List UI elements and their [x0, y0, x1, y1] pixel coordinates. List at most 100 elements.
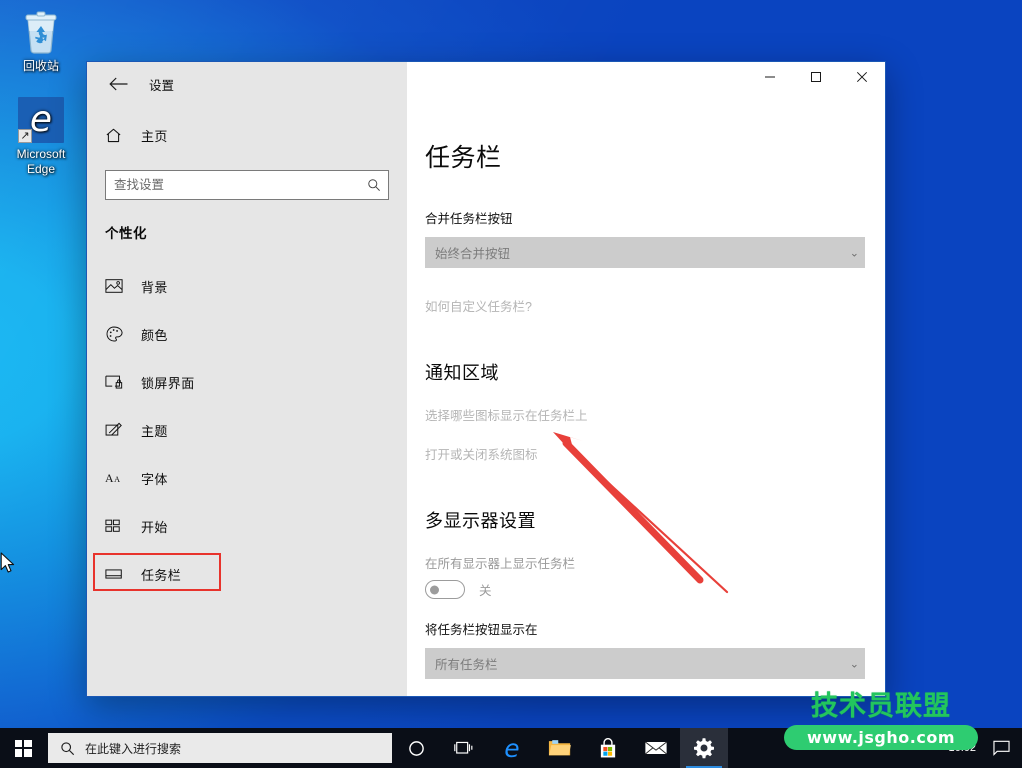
- show-taskbar-all-displays-toggle[interactable]: [425, 580, 465, 599]
- desktop-icon-label: 回收站: [22, 59, 59, 73]
- back-button[interactable]: [95, 68, 141, 100]
- maximize-button[interactable]: [793, 62, 839, 92]
- edge-icon: e: [504, 733, 520, 763]
- task-view-icon: [454, 741, 473, 754]
- dropdown-value: 始终合并按钮: [435, 247, 511, 261]
- picture-icon: [105, 278, 133, 294]
- title-bar-left: 设置: [87, 62, 407, 106]
- window-title: 设置: [149, 78, 175, 93]
- sidebar-item-taskbar[interactable]: 任务栏: [87, 550, 407, 598]
- sidebar-item-label: 锁屏界面: [141, 375, 195, 391]
- shortcut-overlay-icon: ↗: [18, 129, 32, 143]
- sidebar-item-home[interactable]: 主页: [87, 118, 407, 152]
- desktop-icon-label-line1: Microsoft: [16, 147, 66, 161]
- window-title-bar: 设置: [87, 62, 885, 106]
- sidebar-item-background[interactable]: 背景: [87, 262, 407, 310]
- sidebar-item-label: 字体: [141, 471, 168, 487]
- settings-sidebar: 主页 个性化: [87, 106, 407, 696]
- chevron-down-icon: ⌄: [849, 247, 859, 259]
- settings-button[interactable]: [680, 728, 728, 768]
- customize-taskbar-link[interactable]: 如何自定义任务栏?: [425, 296, 885, 315]
- taskbar-search-placeholder: 在此键入进行搜索: [85, 741, 182, 756]
- minimize-icon: [765, 76, 775, 78]
- cortana-icon: [408, 740, 424, 756]
- start-menu-icon: [105, 518, 133, 534]
- clock-time: 16:02: [948, 741, 976, 754]
- desktop-icon-recycle-bin[interactable]: 回收站: [4, 8, 78, 74]
- toggle-state-label: 关: [479, 584, 492, 598]
- file-explorer-button[interactable]: [536, 728, 584, 768]
- window-controls: [407, 62, 885, 106]
- lock-screen-icon: [105, 374, 133, 390]
- sidebar-item-start[interactable]: 开始: [87, 502, 407, 550]
- start-button[interactable]: [0, 728, 46, 768]
- dropdown-value: 所有任务栏: [435, 658, 498, 672]
- multi-display-heading: 多显示器设置: [425, 511, 536, 531]
- cortana-button[interactable]: [392, 728, 440, 768]
- sidebar-item-label: 颜色: [141, 327, 168, 343]
- show-taskbar-all-displays-label: 在所有显示器上显示任务栏: [425, 557, 576, 571]
- sidebar-item-label: 主题: [141, 423, 168, 439]
- edge-icon: e ↗: [4, 96, 78, 144]
- chevron-down-icon: ⌄: [849, 658, 859, 670]
- file-explorer-icon: [548, 740, 571, 756]
- settings-search-box[interactable]: [105, 170, 389, 200]
- sidebar-item-colors[interactable]: 颜色: [87, 310, 407, 358]
- sidebar-item-label: 背景: [141, 279, 168, 295]
- show-taskbar-buttons-on-dropdown[interactable]: 所有任务栏 ⌄: [425, 648, 865, 679]
- windows-start-icon: [14, 739, 32, 757]
- search-icon[interactable]: [360, 178, 388, 192]
- page-title: 任务栏: [425, 144, 502, 172]
- microsoft-store-icon: [600, 737, 616, 757]
- sidebar-nav-list: 背景 颜色 锁屏界面 主题 A A 字体 开始 任务栏: [87, 262, 407, 598]
- window-body: 主页 个性化: [87, 106, 885, 696]
- sidebar-item-lock-screen[interactable]: 锁屏界面: [87, 358, 407, 406]
- sidebar-item-label: 主页: [141, 128, 168, 144]
- svg-text:A: A: [114, 475, 120, 484]
- fonts-icon: A A: [105, 470, 133, 486]
- select-icons-link[interactable]: 选择哪些图标显示在任务栏上: [425, 405, 885, 424]
- show-taskbar-all-displays-toggle-row: 关: [425, 580, 885, 599]
- close-button[interactable]: [839, 62, 885, 92]
- show-taskbar-buttons-on-label: 将任务栏按钮显示在: [425, 623, 538, 637]
- settings-content-pane: 任务栏 合并任务栏按钮 始终合并按钮 ⌄ 如何自定义任务栏? 通知区域 选择哪些…: [407, 106, 885, 696]
- desktop-icon-label-line2: Edge: [26, 162, 56, 176]
- recycle-bin-icon: [4, 8, 78, 56]
- combine-taskbar-buttons-dropdown[interactable]: 始终合并按钮 ⌄: [425, 237, 865, 268]
- notification-area-heading: 通知区域: [425, 363, 499, 383]
- sidebar-item-label: 任务栏: [141, 567, 182, 583]
- mail-icon: [645, 741, 667, 755]
- back-arrow-icon: [108, 77, 127, 91]
- maximize-icon: [811, 72, 821, 82]
- edge-button[interactable]: e: [488, 728, 536, 768]
- action-center-button[interactable]: [986, 740, 1016, 756]
- palette-icon: [105, 325, 133, 343]
- combine-taskbar-buttons-label: 合并任务栏按钮: [425, 212, 513, 226]
- search-icon: [60, 741, 75, 756]
- system-icons-link[interactable]: 打开或关闭系统图标: [425, 444, 885, 463]
- microsoft-store-button[interactable]: [584, 728, 632, 768]
- sidebar-item-label: 开始: [141, 519, 168, 535]
- sidebar-category-title: 个性化: [105, 226, 147, 241]
- sidebar-item-themes[interactable]: 主题: [87, 406, 407, 454]
- desktop-icon-microsoft-edge[interactable]: e ↗ Microsoft Edge: [4, 96, 78, 177]
- minimize-button[interactable]: [747, 62, 793, 92]
- sidebar-item-fonts[interactable]: A A 字体: [87, 454, 407, 502]
- search-input[interactable]: [106, 171, 360, 199]
- mail-button[interactable]: [632, 728, 680, 768]
- windows-taskbar: 在此键入进行搜索 e 16:02: [0, 728, 1022, 768]
- taskbar-search-box[interactable]: 在此键入进行搜索: [48, 733, 392, 763]
- settings-gear-icon: [694, 738, 714, 759]
- taskbar-icon: [105, 567, 133, 581]
- sidebar-item-taskbar-wrapper: 任务栏: [87, 550, 407, 598]
- system-tray: 16:02: [938, 728, 1022, 768]
- task-view-button[interactable]: [440, 728, 488, 768]
- close-icon: [856, 71, 868, 83]
- settings-window: 设置 主页 查找设置 个性化 背景 颜色 锁屏界面 主题 A A 字体 开始 任…: [86, 61, 886, 697]
- theme-brush-icon: [105, 421, 133, 439]
- action-center-icon: [992, 740, 1010, 756]
- svg-text:A: A: [105, 471, 114, 485]
- taskbar-clock[interactable]: 16:02: [938, 742, 986, 755]
- toggle-knob: [430, 585, 439, 594]
- home-icon: [105, 127, 133, 144]
